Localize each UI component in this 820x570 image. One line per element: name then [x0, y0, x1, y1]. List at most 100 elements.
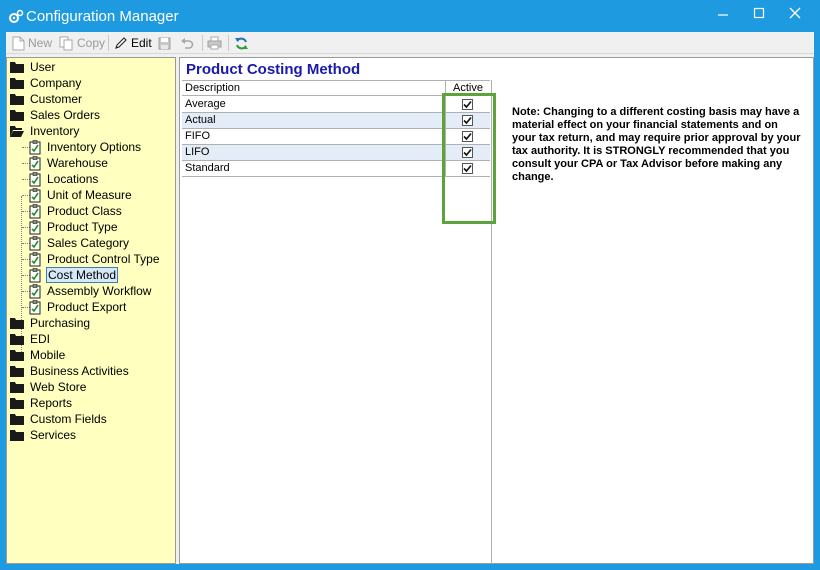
row-description: Actual: [185, 114, 216, 126]
row-description: Standard: [185, 162, 230, 174]
tree-item-label: Product Control Type: [47, 252, 160, 266]
folder-icon: [10, 318, 24, 329]
row-description: Average: [185, 98, 226, 110]
tree-item-user[interactable]: User: [10, 59, 56, 75]
tree-item-services[interactable]: Services: [10, 427, 77, 443]
save-button[interactable]: [158, 34, 174, 52]
tree-item-label: Inventory Options: [47, 140, 142, 154]
minimize-button[interactable]: [712, 6, 734, 24]
costing-note: Note: Changing to a different costing ba…: [512, 106, 801, 183]
tree-item-label: EDI: [30, 332, 51, 346]
row-description: LIFO: [185, 146, 210, 158]
tree-item-business-activities[interactable]: Business Activities: [10, 363, 130, 379]
tree-item-label: Assembly Workflow: [47, 284, 152, 298]
tree-item-product-control-type[interactable]: Product Control Type: [29, 251, 161, 267]
folder-icon: [10, 62, 24, 73]
tree-item-web-store[interactable]: Web Store: [10, 379, 87, 395]
tree-item-assembly-workflow[interactable]: Assembly Workflow: [29, 283, 152, 299]
client-area: New Copy Edit User Company Customer Sale…: [6, 32, 814, 564]
tree-item-label: Sales Category: [47, 236, 130, 250]
copy-button[interactable]: Copy: [59, 34, 105, 52]
tree-item-locations[interactable]: Locations: [29, 171, 99, 187]
clipboard-check-icon: [29, 171, 41, 186]
tree-item-company[interactable]: Company: [10, 75, 82, 91]
new-label: New: [28, 36, 53, 50]
tree-item-label: Warehouse: [47, 156, 108, 170]
tree-item-unit-of-measure[interactable]: Unit of Measure: [29, 187, 133, 203]
tree-item-label: Product Type: [47, 220, 118, 234]
app-window: Configuration Manager New Copy Edit User…: [0, 0, 820, 570]
maximize-button[interactable]: [748, 6, 770, 24]
tree-item-label: Product Class: [47, 204, 122, 218]
tree-item-mobile[interactable]: Mobile: [10, 347, 66, 363]
close-button[interactable]: [784, 6, 806, 24]
new-button[interactable]: New: [12, 34, 52, 52]
refresh-button[interactable]: [234, 34, 252, 52]
save-icon: [158, 37, 171, 49]
folder-icon: [10, 350, 24, 361]
toolbar-separator: [228, 35, 229, 51]
clipboard-check-icon: [29, 267, 41, 282]
navigation-tree: User Company Customer Sales Orders Inven…: [6, 57, 176, 564]
gears-icon: [9, 9, 24, 23]
printer-icon: [207, 36, 222, 50]
tree-item-product-export[interactable]: Product Export: [29, 299, 127, 315]
folder-icon: [10, 382, 24, 393]
tree-item-inventory-options[interactable]: Inventory Options: [29, 139, 142, 155]
close-icon: [789, 7, 801, 19]
folder-icon: [10, 78, 24, 89]
tree-item-label: Business Activities: [30, 364, 129, 378]
tree-item-custom-fields[interactable]: Custom Fields: [10, 411, 108, 427]
folder-icon: [10, 398, 24, 409]
undo-button[interactable]: [180, 34, 197, 52]
undo-icon: [181, 37, 194, 49]
tree-item-label: Mobile: [30, 348, 66, 362]
tree-item-label: Inventory: [30, 124, 80, 138]
clipboard-check-icon: [29, 235, 41, 250]
clipboard-check-icon: [29, 299, 41, 314]
column-header-description[interactable]: Description: [185, 82, 240, 94]
tree-item-sales-orders[interactable]: Sales Orders: [10, 107, 101, 123]
active-column-highlight: [442, 93, 496, 224]
tree-item-label: Custom Fields: [30, 412, 107, 426]
tree-item-cost-method[interactable]: Cost Method: [29, 267, 119, 283]
minimize-icon: [718, 14, 728, 16]
tree-item-label: Cost Method: [46, 267, 119, 283]
content-panel: Product Costing Method Description Activ…: [179, 57, 814, 564]
tree-item-purchasing[interactable]: Purchasing: [10, 315, 91, 331]
clipboard-check-icon: [29, 187, 41, 202]
page-title: Product Costing Method: [186, 61, 361, 78]
folder-icon: [10, 110, 24, 121]
tree-item-product-type[interactable]: Product Type: [29, 219, 119, 235]
tree-item-label: User: [30, 60, 56, 74]
toolbar-separator: [202, 35, 203, 51]
tree-item-edi[interactable]: EDI: [10, 331, 51, 347]
print-button[interactable]: [207, 34, 225, 52]
tree-item-customer[interactable]: Customer: [10, 91, 83, 107]
folder-icon: [10, 366, 24, 377]
tree-item-label: Reports: [30, 396, 73, 410]
pencil-icon: [115, 37, 127, 49]
clipboard-check-icon: [29, 139, 41, 154]
tree-item-product-class[interactable]: Product Class: [29, 203, 123, 219]
clipboard-check-icon: [29, 219, 41, 234]
tree-item-inventory[interactable]: Inventory: [10, 123, 80, 139]
edit-button[interactable]: Edit: [114, 34, 152, 52]
tree-item-warehouse[interactable]: Warehouse: [29, 155, 109, 171]
toolbar-separator: [108, 35, 109, 51]
tree-item-sales-category[interactable]: Sales Category: [29, 235, 130, 251]
title-bar[interactable]: Configuration Manager: [0, 0, 820, 32]
tree-item-reports[interactable]: Reports: [10, 395, 73, 411]
tree-item-label: Unit of Measure: [47, 188, 132, 202]
toolbar: New Copy Edit: [6, 32, 814, 54]
folder-icon: [10, 94, 24, 105]
new-document-icon: [12, 36, 25, 50]
folder-icon: [10, 430, 24, 441]
tree-item-label: Customer: [30, 92, 83, 106]
copy-label: Copy: [77, 36, 106, 50]
tree-item-label: Product Export: [47, 300, 127, 314]
maximize-icon: [753, 7, 765, 19]
tree-item-label: Services: [30, 428, 77, 442]
row-description: FIFO: [185, 130, 211, 142]
folder-icon: [10, 414, 24, 425]
